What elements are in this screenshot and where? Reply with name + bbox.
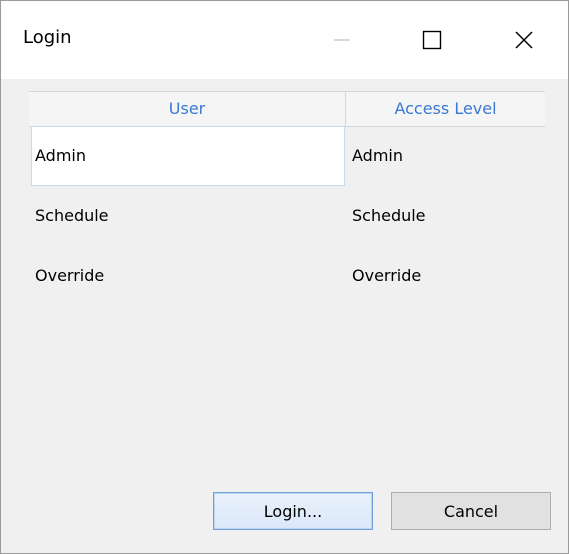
maximize-button[interactable] (409, 17, 455, 63)
minimize-icon (334, 39, 350, 41)
maximize-icon (422, 30, 442, 50)
minimize-button[interactable] (319, 17, 365, 63)
cell-user: Schedule (35, 206, 109, 225)
cell-user: Admin (35, 146, 86, 165)
table-row[interactable]: Schedule Schedule (29, 186, 545, 246)
cell-access-level: Admin (352, 146, 403, 165)
cancel-button[interactable]: Cancel (391, 492, 551, 530)
grid-header: User Access Level (29, 91, 545, 127)
user-grid[interactable]: User Access Level Admin Admin Schedule S… (29, 91, 545, 441)
table-row[interactable]: Admin Admin (29, 126, 545, 186)
login-dialog: Login User Access Level Admin Admin Sche… (0, 0, 569, 554)
cell-access-level: Schedule (352, 206, 426, 225)
title-bar: Login (1, 1, 568, 79)
window-title: Login (23, 27, 72, 48)
login-button[interactable]: Login... (213, 492, 373, 530)
column-header-access-level[interactable]: Access Level (346, 92, 545, 126)
cell-access-level: Override (352, 266, 422, 285)
close-icon (515, 31, 533, 49)
close-button[interactable] (501, 17, 547, 63)
cell-user: Override (35, 266, 105, 285)
column-header-user[interactable]: User (29, 92, 346, 126)
table-row[interactable]: Override Override (29, 246, 545, 306)
